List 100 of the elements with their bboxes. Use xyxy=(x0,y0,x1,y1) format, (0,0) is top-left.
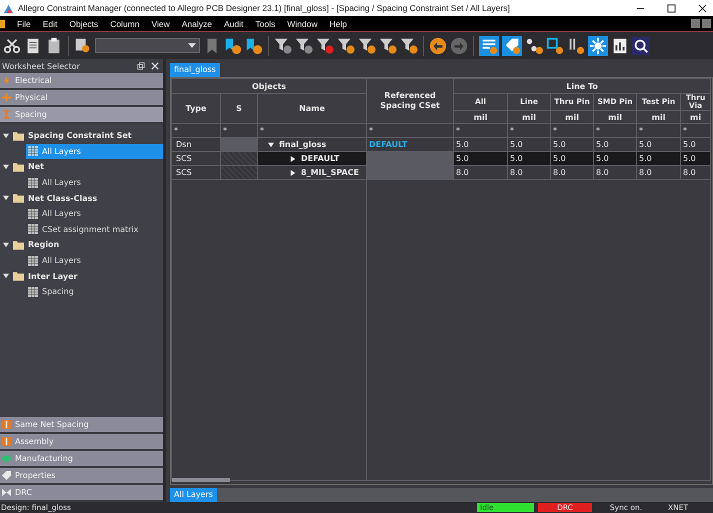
list-icon[interactable] xyxy=(479,36,499,56)
column-header[interactable]: Referenced Spacing CSet xyxy=(366,78,454,124)
table-cell: 8.0 xyxy=(636,166,681,180)
table-cell xyxy=(220,152,258,166)
table-cell: 5.0 xyxy=(636,152,681,166)
category-icon xyxy=(2,93,11,102)
redo-icon[interactable] xyxy=(450,36,468,54)
tree-item[interactable]: Net Class-Class xyxy=(28,194,98,203)
category-icon xyxy=(2,76,11,85)
filter-icon[interactable] xyxy=(358,36,376,54)
tree-item[interactable]: All Layers xyxy=(26,252,163,268)
table-cell: DEFAULT xyxy=(258,152,367,166)
expand-icon[interactable] xyxy=(3,164,9,170)
expand-icon[interactable] xyxy=(290,170,296,176)
filter-icon[interactable] xyxy=(337,36,355,54)
tree-item[interactable]: All Layers xyxy=(26,206,163,222)
filter-icon[interactable] xyxy=(295,36,313,54)
menu-item[interactable]: Analyze xyxy=(176,18,218,28)
table-cell: DEFAULT xyxy=(366,138,454,152)
maximize-icon[interactable] xyxy=(667,4,676,12)
column-header[interactable]: S xyxy=(220,94,258,124)
worksheet-icon xyxy=(28,224,38,234)
unit-header: mil xyxy=(594,110,637,124)
network-icon[interactable] xyxy=(525,36,543,54)
menu-item[interactable]: Objects xyxy=(63,18,104,28)
menu-item[interactable]: View xyxy=(145,18,176,28)
table-cell: 8.0 xyxy=(680,166,711,180)
tree-item[interactable]: Net xyxy=(28,162,44,172)
folder-icon xyxy=(13,271,24,282)
menu-item[interactable]: File xyxy=(11,18,37,28)
tag-icon[interactable] xyxy=(502,36,522,56)
column-header[interactable]: Name xyxy=(258,94,367,124)
table-cell: 5.0 xyxy=(508,152,551,166)
filter-icon[interactable] xyxy=(274,36,292,54)
tree-item[interactable]: CSet assignment matrix xyxy=(26,222,163,238)
column-group-header: Objects xyxy=(172,78,367,94)
tree-item[interactable]: Inter Layer xyxy=(28,272,78,281)
tree-item[interactable]: Region xyxy=(28,240,60,250)
scissors-icon[interactable] xyxy=(3,36,21,54)
expand-icon[interactable] xyxy=(3,273,9,280)
expand-icon[interactable] xyxy=(268,142,274,148)
filter-cell[interactable]: * xyxy=(508,124,551,138)
filter-cell[interactable]: * xyxy=(366,124,454,138)
table-cell: SCS xyxy=(172,152,220,166)
unit-header: mil xyxy=(550,110,594,124)
table-cell: 8.0 xyxy=(594,166,637,180)
tree-item[interactable]: Spacing Constraint Set xyxy=(28,131,132,140)
filter-cell[interactable]: * xyxy=(594,124,637,138)
panel-title: Worksheet Selector xyxy=(2,62,80,70)
table-cell: 8.0 xyxy=(550,166,594,180)
filter-cell[interactable]: * xyxy=(454,124,508,138)
table-cell: 5.0 xyxy=(594,152,637,166)
category-icon xyxy=(2,437,11,446)
menu-item[interactable]: Column xyxy=(104,18,146,28)
worksheet-icon xyxy=(28,146,38,156)
menu-item[interactable]: Window xyxy=(281,18,324,28)
folder-icon xyxy=(13,193,24,204)
column-header[interactable]: Type xyxy=(172,94,220,124)
undo-icon[interactable] xyxy=(429,36,447,54)
tree-item[interactable]: All Layers xyxy=(26,174,163,190)
close-icon[interactable] xyxy=(698,4,707,12)
menu-item[interactable]: Help xyxy=(323,18,353,28)
column-group-header: Line To xyxy=(454,78,711,94)
filter-cell[interactable]: * xyxy=(680,124,711,138)
filter-icon[interactable] xyxy=(379,36,397,54)
expand-icon[interactable] xyxy=(3,132,9,139)
menu-item[interactable]: Tools xyxy=(249,18,282,28)
table-cell xyxy=(220,138,258,152)
category-icon xyxy=(2,488,11,497)
columns-icon[interactable] xyxy=(567,36,585,54)
filter-cell[interactable]: * xyxy=(220,124,258,138)
settings-icon[interactable] xyxy=(588,36,608,56)
caret-icon xyxy=(188,43,196,48)
filter-cell[interactable]: * xyxy=(258,124,367,138)
folder-icon xyxy=(13,162,24,172)
filter-icon[interactable] xyxy=(400,36,418,54)
report-icon[interactable] xyxy=(611,36,629,54)
expand-icon[interactable] xyxy=(3,195,9,202)
bookmark-icon[interactable] xyxy=(245,36,263,54)
menu-item[interactable]: Audit xyxy=(218,18,250,28)
float-icon[interactable] xyxy=(137,62,145,70)
filter-cell[interactable]: * xyxy=(550,124,594,138)
tree-item[interactable]: Spacing xyxy=(26,284,163,300)
expand-icon[interactable] xyxy=(3,242,9,248)
expand-icon[interactable] xyxy=(290,156,296,162)
bookmark-icon[interactable] xyxy=(224,36,242,54)
filter-cell[interactable]: * xyxy=(172,124,220,138)
dropdown-field[interactable] xyxy=(95,38,200,53)
worksheet-icon xyxy=(28,178,38,188)
table-cell: 5.0 xyxy=(550,152,594,166)
select-icon[interactable] xyxy=(546,36,564,54)
filter-icon[interactable] xyxy=(316,36,334,54)
table-cell: 8.0 xyxy=(454,166,508,180)
table-cell: 5.0 xyxy=(680,138,711,152)
folder-icon xyxy=(13,130,24,141)
unit-header: mil xyxy=(508,110,551,124)
unit-header: mil xyxy=(636,110,681,124)
app-icon xyxy=(0,18,5,28)
menu-item[interactable]: Edit xyxy=(36,18,64,28)
filter-cell[interactable]: * xyxy=(636,124,681,138)
